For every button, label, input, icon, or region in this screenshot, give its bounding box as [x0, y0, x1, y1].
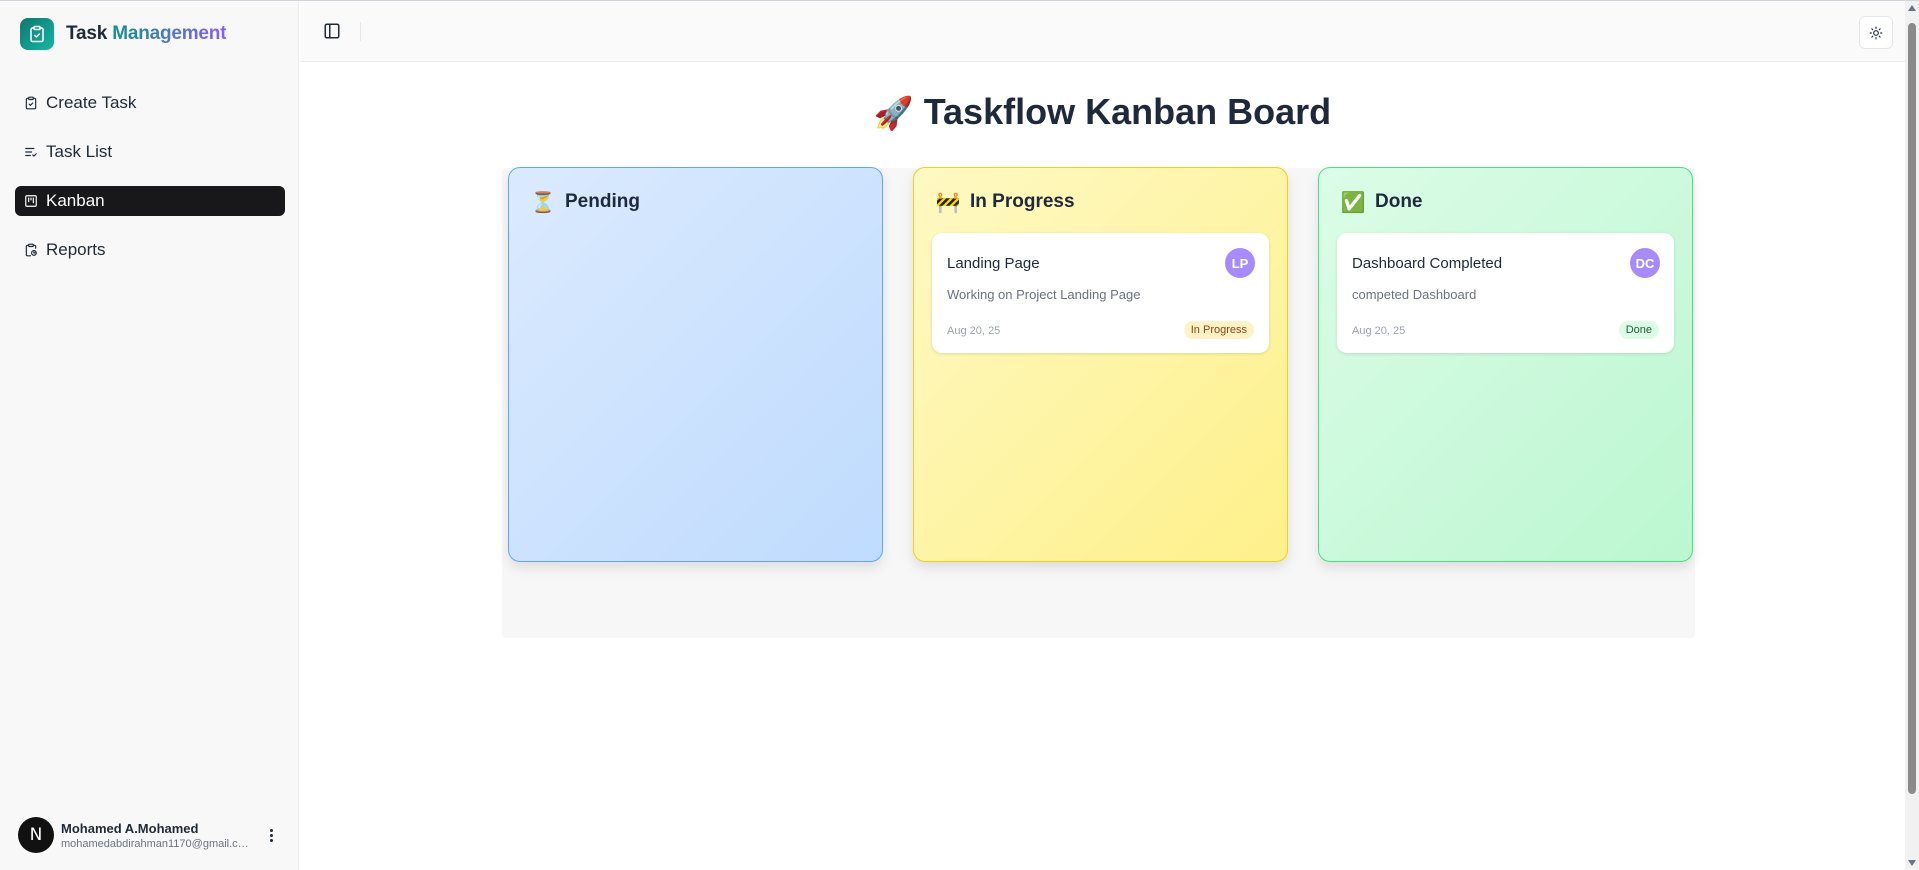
scroll-down-arrow-icon[interactable]: [1908, 860, 1916, 866]
list-check-icon: [25, 147, 37, 157]
column-title: Done: [1375, 191, 1423, 212]
column-header: 🚧 In Progress: [936, 190, 1075, 214]
scrollbar[interactable]: [1905, 1, 1919, 870]
task-description: Working on Project Landing Page: [947, 287, 1141, 302]
task-description: competed Dashboard: [1352, 287, 1477, 302]
sidebar-item-reports[interactable]: Reports: [15, 235, 285, 265]
sun-icon: [1869, 26, 1883, 39]
clipboard-check-icon: [25, 96, 37, 110]
clipboard-report-icon: [25, 243, 37, 257]
column-title: In Progress: [970, 191, 1075, 212]
sidebar-item-task-list[interactable]: Task List: [15, 137, 285, 167]
sidebar-nav: Create Task Task List Kanban Reports: [15, 88, 285, 284]
header: [300, 2, 1905, 62]
user-profile[interactable]: N Mohamed A.Mohamed mohamedabdirahman117…: [18, 816, 283, 854]
app-title-part2: Management: [112, 23, 227, 44]
header-divider: [360, 22, 361, 41]
theme-toggle-button[interactable]: [1859, 16, 1893, 49]
status-badge: In Progress: [1183, 321, 1254, 339]
column-header: ⏳ Pending: [531, 190, 640, 214]
panel-left-icon[interactable]: [323, 22, 341, 40]
user-name: Mohamed A.Mohamed: [61, 820, 199, 836]
sidebar-item-create-task[interactable]: Create Task: [15, 88, 285, 118]
task-date: Aug 20, 25: [1352, 325, 1406, 337]
avatar: LP: [1225, 248, 1255, 278]
sidebar-item-kanban[interactable]: Kanban: [15, 186, 285, 216]
app-title-part1: Task: [66, 23, 108, 44]
check-box-icon: ✅: [1340, 190, 1366, 214]
app-title: Task Management: [66, 23, 227, 45]
scroll-up-arrow-icon[interactable]: [1908, 5, 1916, 11]
avatar: N: [18, 817, 54, 853]
rocket-icon: 🚀: [873, 94, 914, 132]
sidebar: Task Management Create Task Task List Ka…: [0, 2, 299, 870]
main-content: 🚀 Taskflow Kanban Board ⏳ Pending 🚧 In Pr…: [300, 63, 1905, 870]
column-header: ✅ Done: [1341, 190, 1423, 214]
sidebar-item-label: Task List: [46, 142, 113, 161]
avatar: DC: [1630, 248, 1660, 278]
construction-icon: 🚧: [935, 190, 961, 214]
sidebar-item-label: Create Task: [46, 93, 137, 112]
user-email: mohamedabdirahman1170@gmail.com: [61, 837, 251, 850]
task-date: Aug 20, 25: [947, 325, 1001, 337]
sidebar-item-label: Kanban: [46, 191, 105, 210]
column-pending[interactable]: ⏳ Pending: [508, 167, 883, 562]
task-title: Dashboard Completed: [1352, 255, 1503, 272]
page-title: 🚀 Taskflow Kanban Board: [300, 91, 1905, 133]
column-title: Pending: [565, 191, 640, 212]
column-in-progress[interactable]: 🚧 In Progress Landing Page LP Working on…: [913, 167, 1288, 562]
status-badge: Done: [1618, 321, 1659, 339]
page-title-text: Taskflow Kanban Board: [923, 91, 1332, 132]
clipboard-check-icon: [20, 18, 54, 50]
app-window: Task Management Create Task Task List Ka…: [0, 0, 1919, 870]
brand[interactable]: Task Management: [20, 18, 227, 50]
kanban-icon: [25, 195, 37, 207]
column-done[interactable]: ✅ Done Dashboard Completed DC competed D…: [1318, 167, 1693, 562]
task-card[interactable]: Dashboard Completed DC competed Dashboar…: [1337, 233, 1674, 353]
hourglass-icon: ⏳: [530, 190, 556, 214]
user-info: Mohamed A.Mohamed mohamedabdirahman1170@…: [61, 821, 251, 850]
task-title: Landing Page: [947, 255, 1040, 272]
task-card[interactable]: Landing Page LP Working on Project Landi…: [932, 233, 1269, 353]
scrollbar-thumb[interactable]: [1908, 23, 1916, 794]
sidebar-item-label: Reports: [46, 240, 106, 259]
more-vertical-icon[interactable]: [263, 825, 279, 845]
